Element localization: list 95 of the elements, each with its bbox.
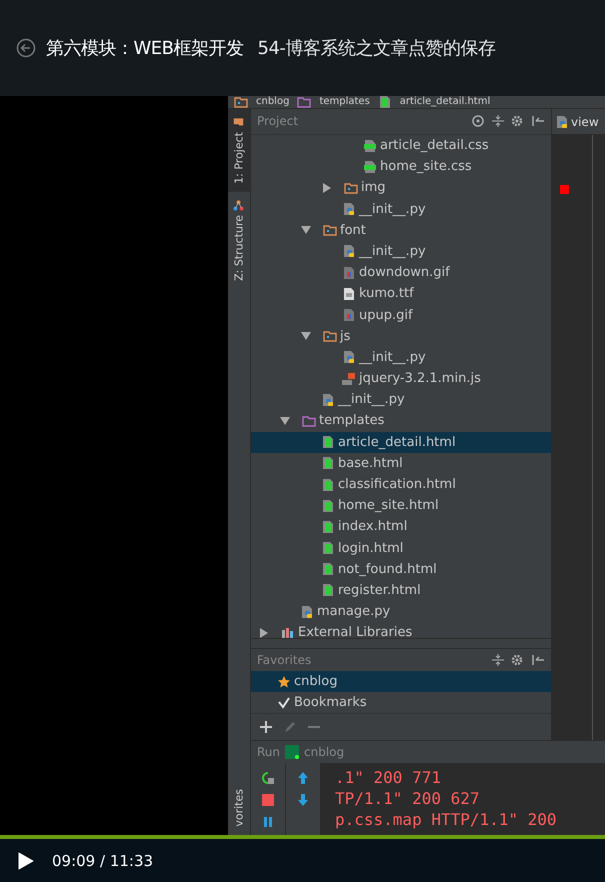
structure-icon [234,200,244,211]
html-file-icon [321,478,335,492]
tree-item[interactable]: templates [251,410,551,432]
stop-icon[interactable] [261,793,275,807]
app-icon [285,745,300,759]
favorites-item[interactable]: cnblog [251,671,551,692]
expanded-arrow-icon[interactable] [301,331,311,342]
breadcrumb[interactable]: article_detail.html [400,96,490,108]
tree-item[interactable]: not_found.html [251,558,551,580]
tree-item[interactable]: font [251,220,551,241]
run-label: Run [257,745,280,759]
favorites-title: Favorites [257,653,312,668]
tree-item[interactable]: base.html [251,452,551,474]
hide-panel-icon[interactable] [531,653,545,668]
tree-item[interactable]: js [251,326,551,347]
down-arrow-icon[interactable] [296,793,310,807]
folder-icon [323,329,337,344]
tree-item[interactable]: External Libraries [251,622,551,638]
playback-time: 09:09 / 11:33 [52,852,154,870]
collapsed-arrow-icon[interactable] [259,628,269,638]
course-title: 第六模块：WEB框架开发 [46,37,244,60]
expanded-arrow-icon[interactable] [280,416,290,426]
console-line: TP/1.1" 200 627 [335,788,480,809]
html-file-icon [321,562,335,576]
folder-icon [344,180,358,195]
library-icon [281,626,295,638]
back-icon[interactable] [16,38,36,58]
tree-item[interactable]: article_detail.html [251,432,551,453]
collapsed-arrow-icon[interactable] [322,182,332,193]
target-icon[interactable] [471,114,485,128]
tree-item[interactable]: article_detail.css [251,134,551,156]
html-file-icon [321,520,335,534]
folder-icon [297,96,312,108]
html-file-icon [321,498,335,513]
folder-icon [234,117,244,128]
tree-item[interactable]: classification.html [251,474,551,496]
star-icon [277,674,291,689]
tree-item[interactable]: __init__.py [251,240,551,262]
tree-item[interactable]: home_site.html [251,495,551,516]
favorites-item[interactable]: Bookmarks [251,692,551,714]
add-icon[interactable] [259,720,273,734]
folder-icon [323,223,337,238]
tree-item[interactable]: __init__.py [251,346,551,368]
image-file-icon [342,308,356,322]
js-file-icon [342,372,356,386]
tree-item[interactable]: downdown.gif [251,262,551,284]
tree-item[interactable]: kumo.ttf [251,283,551,304]
folder-icon [302,414,316,428]
check-icon [277,696,291,710]
html-file-icon [321,583,335,598]
css-file-icon [363,160,377,174]
side-tab[interactable]: 1: Project [228,109,250,192]
lesson-title: 54-博客系统之文章点赞的保存 [258,37,496,60]
side-tab[interactable]: vorites [228,781,250,835]
expanded-arrow-icon[interactable] [301,225,311,236]
console-line: .1" 200 771 [335,767,442,788]
python-file-icon [555,114,569,128]
tree-item[interactable]: manage.py [251,601,551,622]
folder-icon [234,96,248,108]
rerun-icon[interactable] [261,771,275,785]
font-file-icon [342,286,356,301]
collapse-icon[interactable] [491,653,505,668]
breadcrumb[interactable]: templates [319,96,370,108]
breadcrumb[interactable]: cnblog [256,96,290,108]
play-button[interactable] [18,852,34,870]
python-file-icon [321,392,335,407]
python-file-icon [342,244,356,258]
python-file-icon [342,350,356,364]
pause-icon[interactable] [261,815,275,829]
hide-panel-icon[interactable] [531,114,545,128]
tree-item[interactable]: __init__.py [251,389,551,410]
python-file-icon [342,202,356,216]
tree-item[interactable]: register.html [251,580,551,602]
tree-item[interactable]: jquery-3.2.1.min.js [251,368,551,390]
run-config: cnblog [304,745,344,759]
python-file-icon [300,604,314,619]
splitter-handle[interactable] [251,638,551,650]
side-tab[interactable]: Z: Structure [228,192,250,289]
settings-icon[interactable] [511,114,525,128]
html-file-icon [321,435,335,450]
html-file-icon [321,541,335,556]
tree-item[interactable]: upup.gif [251,304,551,326]
collapse-icon[interactable] [491,114,505,128]
tree-item[interactable]: home_site.css [251,156,551,178]
css-file-icon [363,138,377,153]
tree-item[interactable]: img [251,177,551,198]
tree-item[interactable]: login.html [251,537,551,559]
tree-item[interactable]: index.html [251,516,551,538]
tree-item[interactable]: __init__.py [251,198,551,220]
image-file-icon [342,266,356,280]
settings-icon[interactable] [511,653,525,668]
console-line: p.css.map HTTP/1.1" 200 [335,809,558,830]
html-file-icon [321,456,335,470]
up-arrow-icon[interactable] [296,771,310,785]
html-file-icon [378,96,392,108]
